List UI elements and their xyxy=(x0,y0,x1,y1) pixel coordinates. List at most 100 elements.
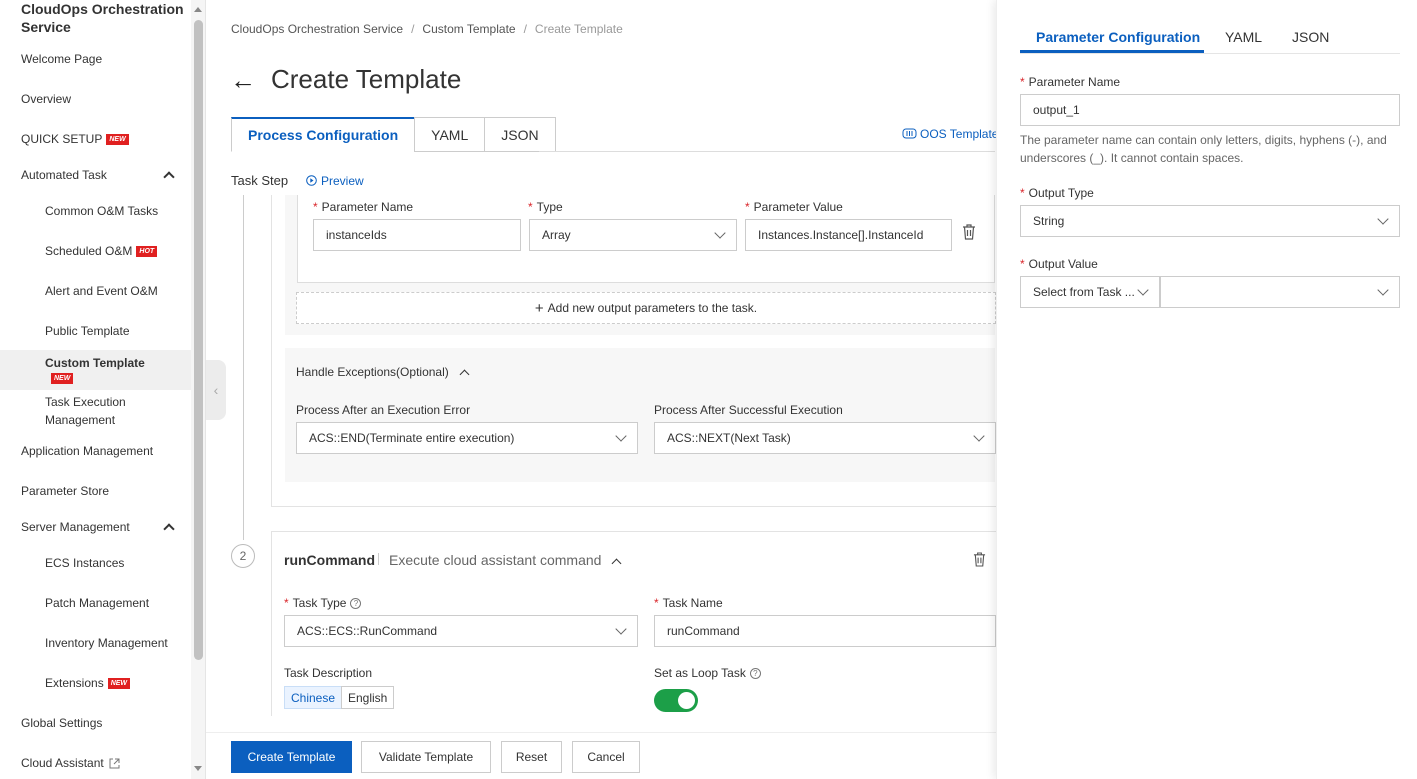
chevron-up-icon xyxy=(459,369,470,380)
editor-tabs: Process Configuration YAML JSON xyxy=(231,117,556,152)
panel-tab-parameter-configuration[interactable]: Parameter Configuration xyxy=(1036,29,1200,45)
output-type-label: * Output Type xyxy=(1020,186,1094,200)
create-template-button[interactable]: Create Template xyxy=(231,741,352,773)
sidebar-scrollbar-thumb[interactable] xyxy=(194,20,203,660)
success-process-select[interactable]: ACS::NEXT(Next Task) xyxy=(654,422,996,454)
help-icon: ? xyxy=(350,598,362,609)
lang-chinese-tab[interactable]: Chinese xyxy=(284,686,343,709)
step-number: 2 xyxy=(231,544,255,568)
tab-yaml[interactable]: YAML xyxy=(414,117,486,152)
chevron-left-icon: ‹ xyxy=(213,382,219,398)
tab-divider xyxy=(539,151,995,152)
chevron-up-icon xyxy=(163,171,175,183)
delete-step-icon[interactable] xyxy=(973,552,986,567)
sidebar-title: CloudOps Orchestration Service xyxy=(21,1,184,35)
back-arrow-icon[interactable]: ← xyxy=(230,66,256,94)
scroll-up-arrow-icon[interactable] xyxy=(194,7,202,12)
param-name-hint: The parameter name can contain only lett… xyxy=(1020,133,1387,165)
output-param-name-input[interactable]: instanceIds xyxy=(313,219,521,251)
sidebar-item-common-om-tasks[interactable]: Common O&M Tasks xyxy=(0,193,191,229)
panel-param-name-label: * Parameter Name xyxy=(1020,75,1121,89)
sidebar-item-parameter-store[interactable]: Parameter Store xyxy=(0,473,191,509)
output-value-source-select[interactable]: Select from Task ... xyxy=(1020,276,1160,308)
task-name-label: * Task Name xyxy=(654,596,723,610)
validate-template-button[interactable]: Validate Template xyxy=(361,741,491,773)
new-badge: NEW xyxy=(51,373,74,384)
chevron-down-icon xyxy=(1377,284,1389,296)
param-name-label: * Parameter Name xyxy=(313,200,414,214)
scroll-down-arrow-icon[interactable] xyxy=(194,766,202,771)
sidebar-item-ecs-instances[interactable]: ECS Instances xyxy=(0,545,191,581)
chevron-up-icon[interactable] xyxy=(612,558,622,569)
sidebar-item-task-execution[interactable]: Task Execution Management xyxy=(0,393,191,429)
lang-english-tab[interactable]: English xyxy=(341,686,395,709)
success-process-label: Process After Successful Execution xyxy=(654,403,843,417)
sidebar-item-automated-task[interactable]: Automated Task xyxy=(0,157,191,193)
breadcrumb-current: Create Template xyxy=(534,22,623,36)
output-type-select[interactable]: Array xyxy=(529,219,737,251)
param-value-label: * Parameter Value xyxy=(745,200,843,214)
delete-output-icon[interactable] xyxy=(962,224,976,240)
new-badge: NEW xyxy=(106,133,129,145)
chevron-down-icon xyxy=(714,227,726,239)
panel-tab-divider xyxy=(1020,53,1400,54)
step-description: Execute cloud assistant command xyxy=(378,552,622,569)
loop-task-toggle[interactable] xyxy=(654,689,698,712)
output-value-label: * Output Value xyxy=(1020,257,1098,271)
panel-tab-yaml[interactable]: YAML xyxy=(1225,29,1262,45)
sidebar-item-inventory-management[interactable]: Inventory Management xyxy=(0,625,191,661)
sidebar-item-cloud-assistant[interactable]: Cloud Assistant xyxy=(0,745,191,779)
oos-template-icon xyxy=(902,128,917,139)
task-description-label: Task Description xyxy=(284,666,373,680)
step-name: runCommand xyxy=(284,552,375,568)
breadcrumb-item[interactable]: Custom Template xyxy=(422,22,515,36)
preview-link[interactable]: Preview xyxy=(306,174,364,188)
chevron-down-icon xyxy=(615,430,627,442)
chevron-down-icon xyxy=(973,430,985,442)
panel-tab-json[interactable]: JSON xyxy=(1292,29,1329,45)
loop-task-label: Set as Loop Task? xyxy=(654,666,761,680)
collapse-sidebar-handle[interactable]: ‹ xyxy=(206,360,226,420)
tab-process-configuration[interactable]: Process Configuration xyxy=(231,117,416,152)
sidebar-item-patch-management[interactable]: Patch Management xyxy=(0,585,191,621)
tab-json[interactable]: JSON xyxy=(484,117,556,152)
sidebar-item-extensions[interactable]: Extensions NEW xyxy=(0,665,191,701)
task-type-select[interactable]: ACS::ECS::RunCommand xyxy=(284,615,638,647)
output-value-select[interactable] xyxy=(1160,276,1400,308)
sidebar: CloudOps Orchestration Service Welcome P… xyxy=(0,0,206,779)
page-title: Create Template xyxy=(271,64,462,94)
help-icon: ? xyxy=(749,668,761,679)
sidebar-item-custom-template[interactable]: Custom Template NEW xyxy=(0,350,191,390)
hot-badge: HOT xyxy=(136,245,158,257)
timeline-line xyxy=(243,195,244,540)
add-output-parameter-button[interactable]: + Add new output parameters to the task. xyxy=(296,292,996,324)
chevron-down-icon xyxy=(615,623,627,635)
sidebar-item-server-management[interactable]: Server Management xyxy=(0,509,191,545)
output-param-value-input[interactable]: Instances.Instance[].InstanceId xyxy=(745,219,952,251)
play-icon xyxy=(306,175,317,186)
sidebar-item-alert-event-om[interactable]: Alert and Event O&M xyxy=(0,273,191,309)
panel-tab-active-indicator xyxy=(1020,50,1204,53)
error-process-label: Process After an Execution Error xyxy=(296,403,471,417)
reset-button[interactable]: Reset xyxy=(501,741,562,773)
cancel-button[interactable]: Cancel xyxy=(572,741,640,773)
sidebar-item-overview[interactable]: Overview xyxy=(0,81,191,117)
chevron-down-icon xyxy=(1137,284,1149,296)
handle-exceptions-toggle[interactable]: Handle Exceptions(Optional) xyxy=(296,365,470,380)
sidebar-item-quick-setup[interactable]: QUICK SETUP NEW xyxy=(0,121,191,157)
type-label: * Type xyxy=(528,200,563,214)
panel-param-name-input[interactable]: output_1 xyxy=(1020,94,1400,126)
sidebar-item-public-template[interactable]: Public Template xyxy=(0,313,191,349)
panel-output-type-select[interactable]: String xyxy=(1020,205,1400,237)
breadcrumb: CloudOps Orchestration Service / Custom Te… xyxy=(231,22,623,36)
breadcrumb-item[interactable]: CloudOps Orchestration Service xyxy=(231,22,403,36)
chevron-down-icon xyxy=(1377,213,1389,225)
error-process-select[interactable]: ACS::END(Terminate entire execution) xyxy=(296,422,638,454)
sidebar-item-scheduled-om[interactable]: Scheduled O&M HOT xyxy=(0,233,191,269)
external-link-icon xyxy=(109,758,120,768)
task-name-input[interactable]: runCommand xyxy=(654,615,996,647)
sidebar-item-global-settings[interactable]: Global Settings xyxy=(0,705,191,741)
sidebar-item-application-management[interactable]: Application Management xyxy=(0,433,191,469)
sidebar-item-welcome-page[interactable]: Welcome Page xyxy=(0,41,191,77)
oos-template-link[interactable]: OOS Template xyxy=(902,127,998,141)
